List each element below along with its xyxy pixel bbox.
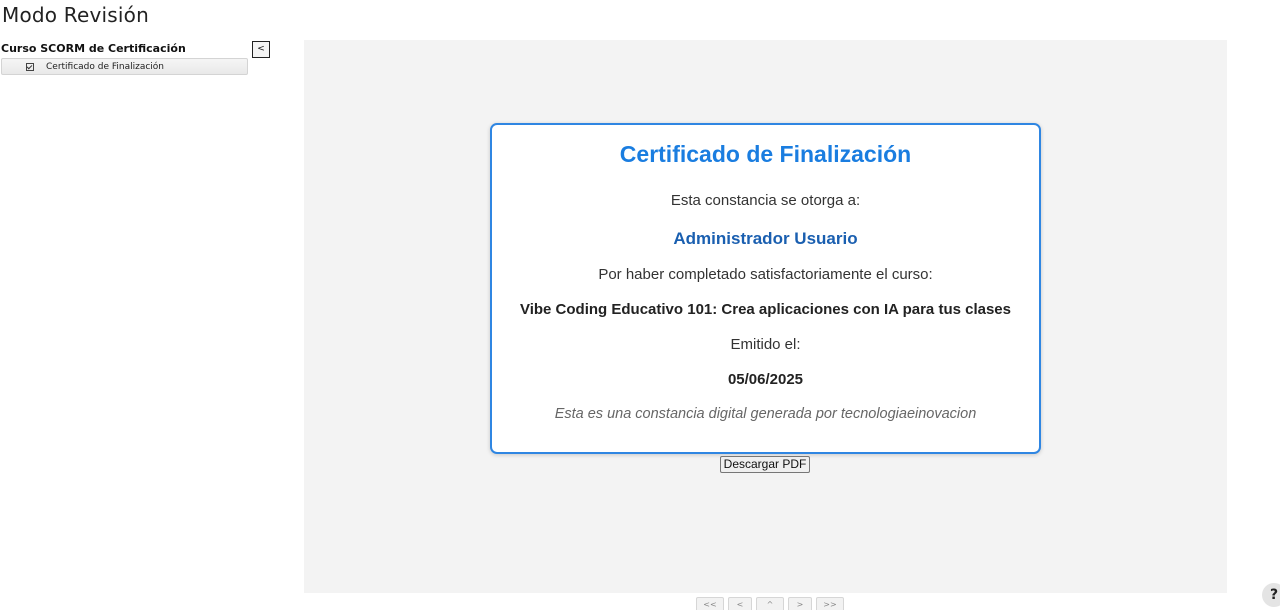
recipient-name: Administrador Usuario	[673, 229, 858, 248]
course-name: Vibe Coding Educativo 101: Crea aplicaci…	[519, 301, 1011, 318]
nav-prev-button[interactable]: <	[728, 597, 752, 610]
certificate-heading: Certificado de Finalización	[619, 141, 912, 167]
nav-last-button[interactable]: >>	[816, 597, 844, 610]
help-button[interactable]: ?	[1262, 583, 1280, 607]
page-title: Modo Revisión	[2, 3, 149, 27]
collapse-sidebar-button[interactable]: <	[252, 41, 270, 58]
sidebar-item-label: Certificado de Finalización	[46, 61, 165, 72]
download-pdf-button[interactable]: Descargar PDF	[720, 456, 810, 473]
nav-up-button[interactable]: ^	[756, 597, 784, 610]
awarded-to-text: Esta constancia se otorga a:	[670, 192, 861, 209]
navigation-bar: << < ^ > >>	[696, 597, 844, 610]
nav-first-button[interactable]: <<	[696, 597, 724, 610]
checkbox-checked-icon	[26, 62, 34, 71]
certificate-footer: Esta es una constancia digital generada …	[554, 406, 977, 422]
course-title: Curso SCORM de Certificación	[1, 42, 186, 55]
content-area: Certificado de Finalización Esta constan…	[304, 40, 1227, 593]
issued-label: Emitido el:	[730, 336, 801, 353]
certificate-card: Certificado de Finalización Esta constan…	[490, 123, 1041, 454]
issued-date: 05/06/2025	[727, 371, 804, 388]
sidebar-item-certificate[interactable]: Certificado de Finalización	[1, 58, 248, 75]
completed-text: Por haber completado satisfactoriamente …	[598, 266, 933, 283]
page-root: Modo Revisión Curso SCORM de Certificaci…	[0, 0, 1280, 610]
nav-next-button[interactable]: >	[788, 597, 812, 610]
